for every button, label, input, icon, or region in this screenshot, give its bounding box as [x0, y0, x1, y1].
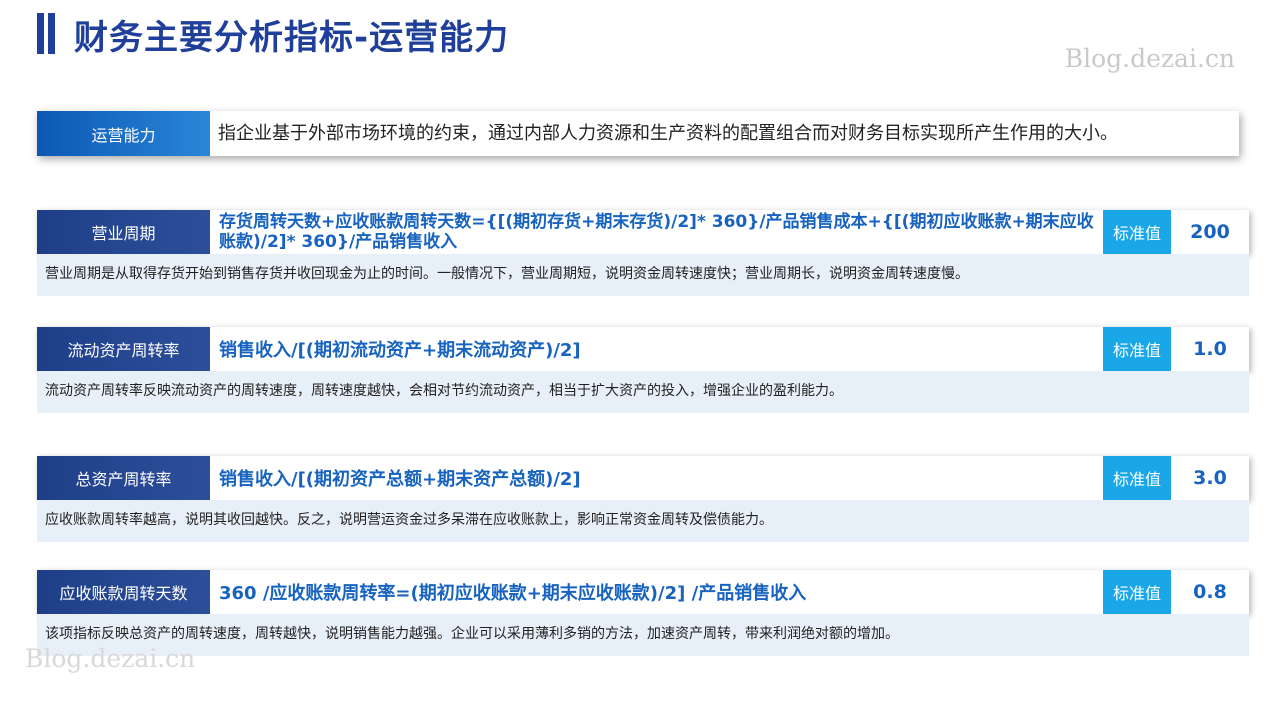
metric-description: 营业周期是从取得存货开始到销售存货并收回现金为止的时间。一般情况下，营业周期短，…	[37, 254, 1249, 296]
standard-value-label: 标准值	[1103, 456, 1171, 500]
metric-header: 总资产周转率 销售收入/[(期初资产总额+期末资产总额)/2] 标准值 3.0	[37, 456, 1249, 500]
metric-label: 营业周期	[37, 210, 210, 254]
definition-label: 运营能力	[37, 111, 210, 156]
standard-value-label: 标准值	[1103, 210, 1171, 254]
title-accent-bar	[37, 13, 44, 54]
metric-label: 流动资产周转率	[37, 327, 210, 371]
watermark-top: Blog.dezai.cn	[1064, 44, 1235, 73]
metric-formula: 销售收入/[(期初流动资产+期末流动资产)/2]	[219, 340, 581, 361]
page-title: 财务主要分析指标-运营能力	[74, 18, 510, 58]
metric-header: 应收账款周转天数 360 /应收账款周转率=(期初应收账款+期末应收账款)/2]…	[37, 570, 1249, 614]
metric-header: 流动资产周转率 销售收入/[(期初流动资产+期末流动资产)/2] 标准值 1.0	[37, 327, 1249, 371]
standard-value: 3.0	[1193, 467, 1227, 489]
definition-text: 指企业基于外部市场环境的约束，通过内部人力资源和生产资料的配置组合而对财务目标实…	[218, 123, 1118, 144]
metric-description: 该项指标反映总资产的周转速度，周转越快，说明销售能力越强。企业可以采用薄利多销的…	[37, 614, 1249, 656]
standard-value: 200	[1190, 221, 1230, 243]
metric-formula: 360 /应收账款周转率=(期初应收账款+期末应收账款)/2] /产品销售收入	[219, 583, 807, 604]
metric-label: 应收账款周转天数	[37, 570, 210, 614]
standard-value: 0.8	[1193, 581, 1227, 603]
metric-label: 总资产周转率	[37, 456, 210, 500]
metric-header: 营业周期 存货周转天数+应收账款周转天数={[(期初存货+期末存货)/2]* 3…	[37, 210, 1249, 254]
metric-description: 流动资产周转率反映流动资产的周转速度，周转速度越快，会相对节约流动资产，相当于扩…	[37, 371, 1249, 413]
watermark-bottom: Blog.dezai.cn	[25, 644, 196, 673]
metric-formula: 存货周转天数+应收账款周转天数={[(期初存货+期末存货)/2]* 360}/产…	[219, 212, 1094, 252]
metric-description: 应收账款周转率越高，说明其收回越快。反之，说明营运资金过多呆滞在应收账款上，影响…	[37, 500, 1249, 542]
standard-value-label: 标准值	[1103, 327, 1171, 371]
standard-value: 1.0	[1193, 338, 1227, 360]
title-accent-bar-2	[48, 13, 55, 54]
standard-value-label: 标准值	[1103, 570, 1171, 614]
metric-formula: 销售收入/[(期初资产总额+期末资产总额)/2]	[219, 469, 581, 490]
definition-box: 运营能力 指企业基于外部市场环境的约束，通过内部人力资源和生产资料的配置组合而对…	[37, 111, 1239, 156]
